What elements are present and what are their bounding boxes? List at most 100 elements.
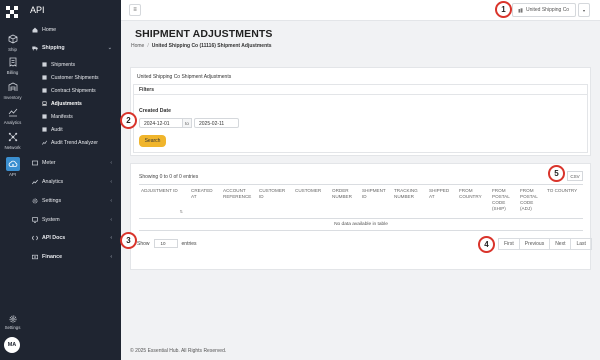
- sidebar-item-settings[interactable]: Settings ‹: [25, 195, 121, 207]
- sidebar-item-analytics[interactable]: Analytics ‹: [25, 176, 121, 188]
- breadcrumb: Home / United Shipping Co (11116) Shipment…: [131, 43, 272, 49]
- meter-icon: [32, 160, 38, 166]
- sidebar-item-label: Analytics: [42, 179, 64, 185]
- filters-title: Filters: [134, 85, 587, 95]
- breadcrumb-home-link[interactable]: Home: [131, 43, 144, 49]
- search-button[interactable]: Search: [139, 135, 166, 147]
- rail-label-analytics: Analytics: [3, 120, 22, 125]
- sidebar-subitem-label: Adjustments: [51, 100, 82, 107]
- sidebar-item-shipping[interactable]: Shipping ⌄: [25, 42, 121, 54]
- menu-toggle-button[interactable]: ≡: [129, 4, 141, 16]
- date-from-input[interactable]: 2024-12-01: [139, 118, 184, 128]
- first-page-button[interactable]: First: [498, 238, 520, 250]
- sidebar-subitem-label: Contract Shipments: [51, 87, 96, 94]
- column-header-label: ADJUSTMENT ID: [141, 188, 178, 193]
- empty-table-message: No data available in table: [139, 218, 583, 231]
- logo-icon: [6, 6, 18, 18]
- show-label: Show: [137, 240, 150, 247]
- chevron-left-icon: ‹: [110, 235, 112, 241]
- rail-item-billing[interactable]: Billing: [0, 55, 25, 75]
- sidebar-item-meter[interactable]: Meter ‹: [25, 157, 121, 169]
- callout-3: 3: [120, 232, 137, 249]
- sidebar-item-finance[interactable]: Finance ‹: [25, 251, 121, 263]
- sidebar-subitem-adjustments[interactable]: Adjustments: [25, 98, 121, 109]
- sidebar-subitem-shipments[interactable]: Shipments: [25, 59, 121, 70]
- rail-item-api[interactable]: API: [0, 157, 25, 177]
- rail-label-inventory: Inventory: [3, 95, 22, 100]
- sidebar-item-label: Home: [42, 27, 57, 33]
- rail-item-network[interactable]: Network: [0, 130, 25, 150]
- page-title: SHIPMENT ADJUSTMENTS: [135, 28, 273, 40]
- sidebar-item-home[interactable]: Home: [25, 24, 121, 36]
- organization-selector[interactable]: United Shipping Co: [512, 3, 576, 17]
- chevron-left-icon: ‹: [110, 198, 112, 204]
- organization-dropdown-button[interactable]: ▾: [578, 3, 590, 17]
- filters-card: United Shipping Co Shipment Adjustments …: [130, 67, 591, 156]
- column-header[interactable]: CUSTOMER: [293, 184, 330, 219]
- sidebar-item-api-docs[interactable]: API Docs ‹: [25, 232, 121, 244]
- rail-label-ship: Ship: [8, 47, 17, 52]
- column-header[interactable]: FROM POSTAL CODE (SHIP): [490, 184, 518, 219]
- sidebar-subitem-audit[interactable]: Audit: [25, 124, 121, 135]
- sidebar-subitem-label: Shipments: [51, 61, 76, 68]
- column-header[interactable]: ORDER NUMBER: [330, 184, 360, 219]
- column-header[interactable]: SHIPMENT ID: [360, 184, 392, 219]
- warehouse-icon: [6, 80, 20, 94]
- building-icon: [518, 7, 523, 13]
- sidebar-item-label: API Docs: [42, 235, 66, 241]
- docs-icon: [32, 235, 38, 241]
- column-header[interactable]: SHIPPED AT: [427, 184, 457, 219]
- callout-4: 4: [478, 236, 495, 253]
- sidebar-subitem-contract-shipments[interactable]: Contract Shipments: [25, 85, 121, 96]
- csv-export-button[interactable]: CSV: [567, 171, 583, 181]
- sidebar-subitem-label: Manifests: [51, 113, 73, 120]
- column-header[interactable]: TRACKING NUMBER: [392, 184, 427, 219]
- sidebar-subitem-label: Audit Trend Analyzer: [51, 139, 99, 146]
- avatar[interactable]: MA: [4, 337, 20, 353]
- shipments-icon: [42, 62, 47, 67]
- table-row: No data available in table: [139, 218, 583, 231]
- page-size-select[interactable]: 10: [153, 239, 178, 248]
- entries-label: entries: [181, 240, 197, 247]
- sidebar-subitem-customer-shipments[interactable]: Customer Shipments: [25, 72, 121, 83]
- column-header[interactable]: TO COUNTRY: [545, 184, 583, 219]
- home-icon: [32, 27, 38, 33]
- cube-icon: [6, 32, 20, 46]
- created-date-label: Created Date: [139, 108, 172, 114]
- rail-item-inventory[interactable]: Inventory: [0, 80, 25, 100]
- sidebar-item-label: Meter: [42, 160, 56, 166]
- sidebar-subitem-manifests[interactable]: Manifests: [25, 111, 121, 122]
- sidebar-item-label: Settings: [42, 198, 62, 204]
- customer-shipments-icon: [42, 75, 47, 80]
- rail-label-network: Network: [4, 145, 21, 150]
- pagination: First Previous Next Last: [498, 238, 592, 250]
- next-page-button[interactable]: Next: [549, 238, 572, 250]
- sidebar-subitem-audit-trend-analyzer[interactable]: Audit Trend Analyzer: [25, 137, 121, 148]
- rail-item-analytics[interactable]: Analytics: [0, 105, 25, 125]
- results-card: Showing 0 to 0 of 0 entries CSV ADJUSTME…: [130, 163, 592, 270]
- sidebar-item-system[interactable]: System ‹: [25, 214, 121, 226]
- contract-shipments-icon: [42, 88, 47, 93]
- page-length-control: Show 10 entries: [137, 239, 197, 248]
- receipt-icon: [6, 55, 20, 69]
- column-header[interactable]: CREATED AT: [189, 184, 221, 219]
- column-header[interactable]: FROM COUNTRY: [457, 184, 490, 219]
- app-rail: Ship Billing Inventory Analytics Network…: [0, 0, 25, 360]
- rail-item-settings[interactable]: Settings: [0, 314, 25, 330]
- chevron-down-icon: ⌄: [107, 45, 112, 51]
- rail-item-ship[interactable]: Ship: [0, 32, 25, 52]
- column-header[interactable]: ACCOUNT REFERENCE: [221, 184, 257, 219]
- sidebar-subitem-label: Audit: [51, 126, 63, 133]
- callout-1: 1: [495, 1, 512, 18]
- rail-label-settings: Settings: [4, 325, 21, 330]
- column-header[interactable]: FROM POSTAL CODE (ADJ): [518, 184, 545, 219]
- column-header[interactable]: CUSTOMER ID: [257, 184, 293, 219]
- organization-name: United Shipping Co: [526, 7, 570, 13]
- date-to-input[interactable]: 2025-02-11: [194, 118, 239, 128]
- sidebar-subitem-label: Customer Shipments: [51, 74, 99, 81]
- column-header[interactable]: ADJUSTMENT ID ⇅: [139, 184, 189, 219]
- sidebar-item-label: System: [42, 217, 60, 223]
- previous-page-button[interactable]: Previous: [518, 238, 551, 250]
- filters-panel: Filters Created Date 2024-12-01 to 2025-…: [133, 84, 588, 153]
- last-page-button[interactable]: Last: [570, 238, 592, 250]
